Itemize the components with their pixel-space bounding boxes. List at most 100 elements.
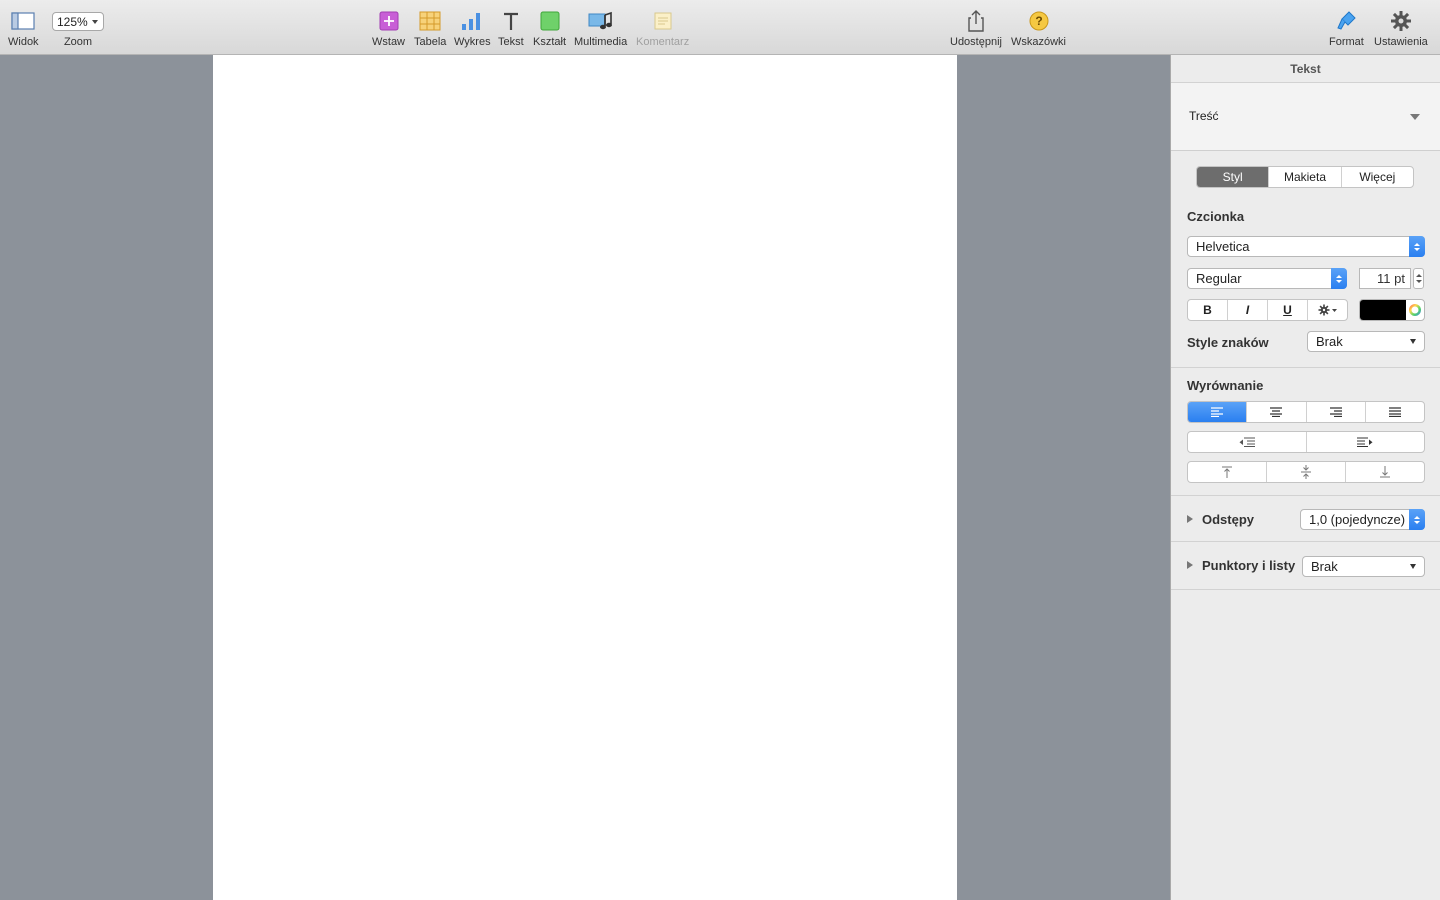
vertical-align-buttons: [1187, 461, 1425, 483]
comment-button[interactable]: Komentarz: [636, 8, 689, 48]
char-styles-label: Style znaków: [1187, 335, 1269, 350]
valign-bottom-icon: [1380, 466, 1390, 478]
view-label: Widok: [8, 36, 39, 48]
valign-middle-button[interactable]: [1267, 462, 1346, 482]
paintbrush-icon: [1335, 8, 1357, 34]
tips-button[interactable]: ? Wskazówki: [1011, 8, 1066, 48]
format-label: Format: [1329, 36, 1364, 48]
char-styles-value: Brak: [1316, 334, 1343, 349]
share-icon: [966, 8, 986, 34]
paragraph-style-selector[interactable]: Treść: [1171, 83, 1440, 151]
align-right-button[interactable]: [1307, 402, 1366, 422]
svg-text:?: ?: [1035, 14, 1042, 28]
divider: [1171, 495, 1440, 496]
decrease-indent-button[interactable]: [1188, 432, 1307, 452]
font-family-value: Helvetica: [1196, 239, 1250, 254]
inspector-title: Tekst: [1171, 55, 1440, 83]
table-icon: [419, 8, 441, 34]
tab-layout[interactable]: Makieta: [1269, 167, 1342, 187]
char-styles-select[interactable]: Brak: [1307, 331, 1425, 352]
zoom-value: 125%: [57, 14, 88, 29]
toolbar: Widok 125% Zoom Wstaw Tabela Wykres Teks…: [0, 0, 1440, 55]
disclosure-triangle-icon[interactable]: [1187, 515, 1193, 523]
inspector-tabs: Styl Makieta Więcej: [1196, 166, 1414, 188]
shape-label: Kształt: [533, 36, 567, 48]
text-color-swatch[interactable]: [1360, 300, 1406, 320]
spacing-label[interactable]: Odstępy: [1202, 512, 1254, 527]
indent-icon: [1357, 437, 1373, 447]
bullets-value: Brak: [1311, 559, 1338, 574]
text-options-button[interactable]: [1308, 300, 1347, 320]
font-family-select[interactable]: Helvetica: [1187, 236, 1425, 257]
updown-icon: [1331, 268, 1347, 289]
align-right-icon: [1329, 407, 1342, 417]
table-button[interactable]: Tabela: [414, 8, 446, 48]
bullets-select[interactable]: Brak: [1302, 556, 1425, 577]
bar-chart-icon: [460, 8, 484, 34]
align-justify-button[interactable]: [1366, 402, 1424, 422]
tab-more[interactable]: Więcej: [1342, 167, 1413, 187]
shape-button[interactable]: Kształt: [533, 8, 566, 48]
spacing-select[interactable]: 1,0 (pojedyncze): [1300, 509, 1425, 530]
setup-button[interactable]: Ustawienia: [1374, 8, 1428, 48]
document-page[interactable]: [213, 55, 957, 900]
font-typeface-value: Regular: [1196, 271, 1242, 286]
valign-top-button[interactable]: [1188, 462, 1267, 482]
zoom-control[interactable]: 125% Zoom: [52, 8, 104, 48]
underline-button[interactable]: U: [1268, 300, 1308, 320]
alignment-buttons: [1187, 401, 1425, 423]
chevron-down-icon: [1410, 564, 1416, 569]
comment-icon: [653, 8, 673, 34]
view-button[interactable]: Widok: [8, 8, 39, 48]
media-label: Multimedia: [574, 36, 628, 48]
text-label: Tekst: [498, 36, 524, 48]
insert-label: Wstaw: [372, 36, 405, 48]
tips-label: Wskazówki: [1011, 36, 1067, 48]
text-icon: [501, 8, 521, 34]
setup-label: Ustawienia: [1374, 36, 1428, 48]
media-icon: [588, 8, 614, 34]
shape-icon: [540, 8, 560, 34]
increase-indent-button[interactable]: [1307, 432, 1425, 452]
document-canvas[interactable]: [0, 55, 1170, 900]
align-justify-icon: [1388, 407, 1401, 417]
chart-button[interactable]: Wykres: [454, 8, 491, 48]
align-left-icon: [1211, 407, 1224, 417]
insert-button[interactable]: Wstaw: [372, 8, 405, 48]
color-wheel-icon[interactable]: [1406, 300, 1424, 320]
text-style-buttons: B I U: [1187, 299, 1348, 321]
valign-top-icon: [1222, 466, 1232, 478]
valign-middle-icon: [1301, 465, 1311, 479]
zoom-select[interactable]: 125%: [52, 12, 104, 31]
divider: [1171, 367, 1440, 368]
updown-icon: [1409, 509, 1425, 530]
alignment-heading: Wyrównanie: [1187, 378, 1264, 393]
divider: [1171, 541, 1440, 542]
chart-label: Wykres: [454, 36, 491, 48]
font-size-field[interactable]: 11 pt: [1359, 268, 1411, 289]
comment-label: Komentarz: [636, 36, 690, 48]
gear-icon: [1390, 8, 1412, 34]
font-size-stepper[interactable]: [1413, 268, 1424, 289]
divider: [1171, 589, 1440, 590]
media-button[interactable]: Multimedia: [574, 8, 627, 48]
share-button[interactable]: Udostępnij: [950, 8, 1002, 48]
italic-button[interactable]: I: [1228, 300, 1268, 320]
disclosure-triangle-icon[interactable]: [1187, 561, 1193, 569]
tab-style[interactable]: Styl: [1197, 167, 1270, 187]
bullets-label[interactable]: Punktory i listy: [1202, 558, 1295, 573]
spacing-value: 1,0 (pojedyncze): [1309, 512, 1406, 527]
text-color-well[interactable]: [1359, 299, 1425, 321]
font-typeface-select[interactable]: Regular: [1187, 268, 1347, 289]
align-center-button[interactable]: [1247, 402, 1307, 422]
bold-button[interactable]: B: [1188, 300, 1228, 320]
insert-icon: [379, 8, 399, 34]
valign-bottom-button[interactable]: [1346, 462, 1424, 482]
paragraph-style-label: Treść: [1189, 109, 1219, 123]
table-label: Tabela: [414, 36, 447, 48]
format-button[interactable]: Format: [1329, 8, 1364, 48]
align-left-button[interactable]: [1188, 402, 1248, 422]
chevron-down-icon: [92, 20, 98, 24]
text-button[interactable]: Tekst: [498, 8, 524, 48]
outdent-icon: [1239, 437, 1255, 447]
